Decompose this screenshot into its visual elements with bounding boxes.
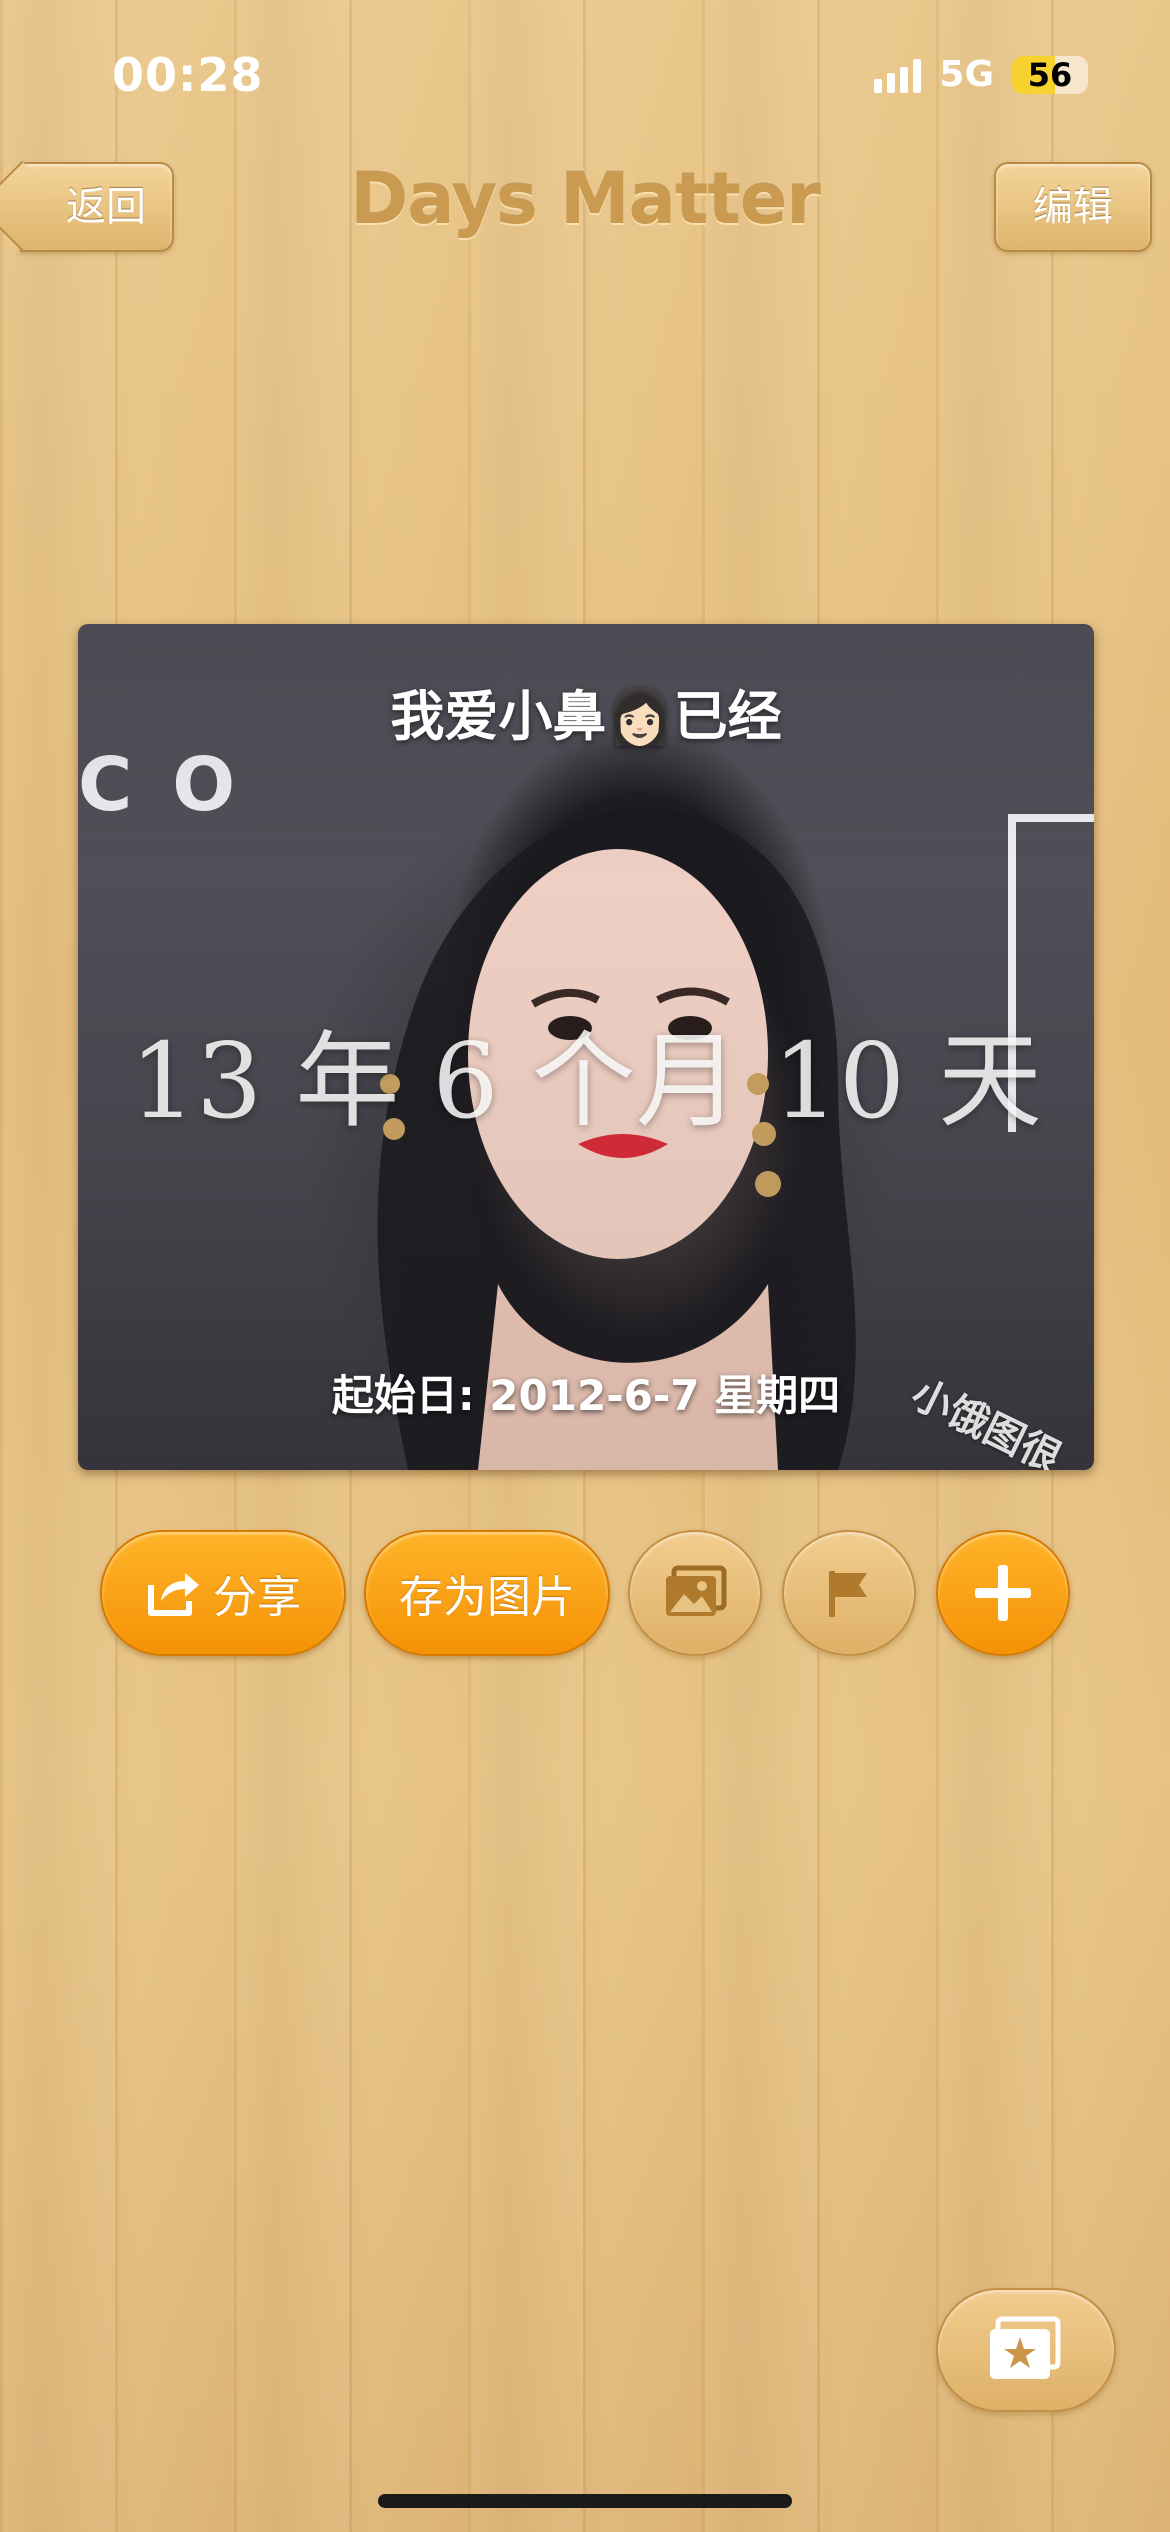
edit-button[interactable]: 编辑 — [994, 162, 1152, 252]
gallery-star-icon — [990, 2316, 1061, 2379]
day-card: CO 我爱小鼻👩🏻已经 13 年 6 个月 10 天 起始日: 2012-6-7… — [78, 624, 1094, 1470]
plus-icon — [975, 1565, 1031, 1621]
flag-icon — [829, 1571, 867, 1617]
status-time: 00:28 — [112, 48, 264, 102]
add-button[interactable] — [936, 1530, 1070, 1656]
home-indicator[interactable] — [378, 2494, 792, 2508]
change-photo-button[interactable] — [628, 1530, 762, 1656]
battery-icon: 56 — [1012, 55, 1088, 94]
signal-icon — [874, 57, 922, 93]
share-icon — [148, 1573, 199, 1616]
card-title: 我爱小鼻👩🏻已经 — [390, 685, 782, 748]
status-bar-right: 5G 56 — [874, 54, 1088, 95]
network-type: 5G — [939, 54, 994, 95]
save-as-image-button[interactable]: 存为图片 — [364, 1530, 610, 1656]
pin-flag-button[interactable] — [782, 1530, 916, 1656]
elapsed-duration: 13 年 6 个月 10 天 — [129, 1020, 1043, 1142]
battery-percentage: 56 — [1027, 55, 1073, 94]
share-button[interactable]: 分享 — [100, 1530, 346, 1656]
share-label: 分享 — [213, 1572, 301, 1623]
gallery-button[interactable] — [936, 2288, 1116, 2412]
photo-icon — [666, 1565, 727, 1616]
